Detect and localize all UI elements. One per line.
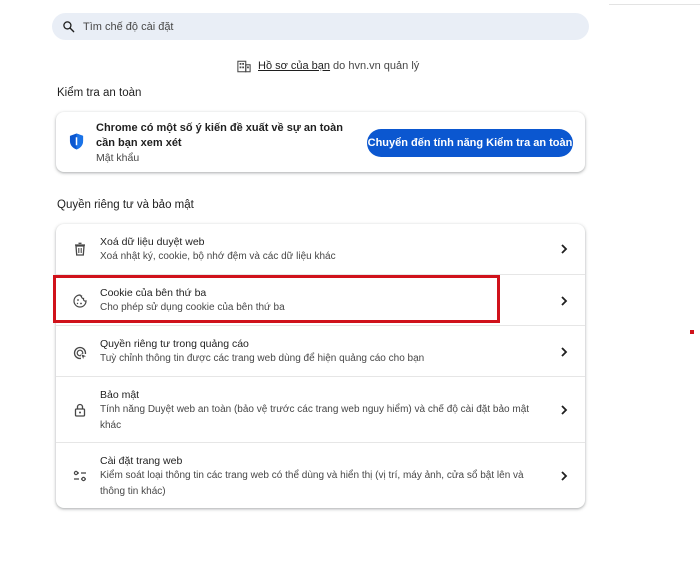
profile-link[interactable]: Hồ sơ của bạn [258,60,330,72]
chevron-right-icon [561,405,568,415]
go-to-safety-check-button[interactable]: Chuyển đến tính năng Kiểm tra an toàn [367,129,573,157]
red-highlight-box [53,275,500,323]
privacy-item-clear-browsing-data[interactable]: Xoá dữ liệu duyệt web Xoá nhật ký, cooki… [56,224,585,274]
top-divider [609,4,700,5]
privacy-item-title: Cài đặt trang web [100,455,183,467]
shield-icon [69,133,84,150]
chevron-right-icon [561,347,568,357]
chevron-right-icon [561,296,568,306]
privacy-item-ad-privacy[interactable]: Quyền riêng tư trong quảng cáo Tuỳ chỉnh… [56,325,585,376]
privacy-item-title: Xoá dữ liệu duyệt web [100,236,205,248]
red-dot-marker [690,330,694,334]
safety-check-subtitle: Mật khẩu [96,152,140,164]
search-input[interactable] [83,20,563,33]
privacy-item-title: Bảo mật [100,389,140,401]
ad-privacy-icon [73,346,87,360]
privacy-item-description: Xoá nhật ký, cookie, bộ nhớ đệm và các d… [100,251,336,262]
privacy-item-description: Kiểm soát loại thông tin các trang web c… [100,470,524,497]
privacy-security-card: Xoá dữ liệu duyệt web Xoá nhật ký, cooki… [56,224,585,508]
privacy-item-description: Tính năng Duyệt web an toàn (bảo vệ trướ… [100,404,530,431]
managed-by-notice: Hồ sơ của bạn do hvn.vn quản lý [237,58,419,74]
managed-by-text: do hvn.vn quản lý [333,60,420,72]
lock-icon [74,403,86,417]
safety-check-title: Chrome có một số ý kiến đề xuất về sự an… [96,122,343,149]
trash-icon [75,242,85,256]
chevron-right-icon [561,244,568,254]
chevron-right-icon [561,471,568,481]
privacy-item-title: Quyền riêng tư trong quảng cáo [100,338,249,350]
privacy-item-security[interactable]: Bảo mật Tính năng Duyệt web an toàn (bảo… [56,376,585,442]
safety-check-heading: Kiểm tra an toàn [57,87,142,99]
safety-check-card: Chrome có một số ý kiến đề xuất về sự an… [56,112,585,172]
settings-search-bar[interactable] [52,13,589,40]
privacy-item-description: Tuỳ chỉnh thông tin được các trang web d… [100,353,425,364]
privacy-security-heading: Quyền riêng tư và bảo mật [57,199,194,211]
building-icon [237,60,251,72]
privacy-item-site-settings[interactable]: Cài đặt trang web Kiểm soát loại thông t… [56,442,585,508]
tune-icon [73,470,86,482]
search-icon [63,21,75,33]
